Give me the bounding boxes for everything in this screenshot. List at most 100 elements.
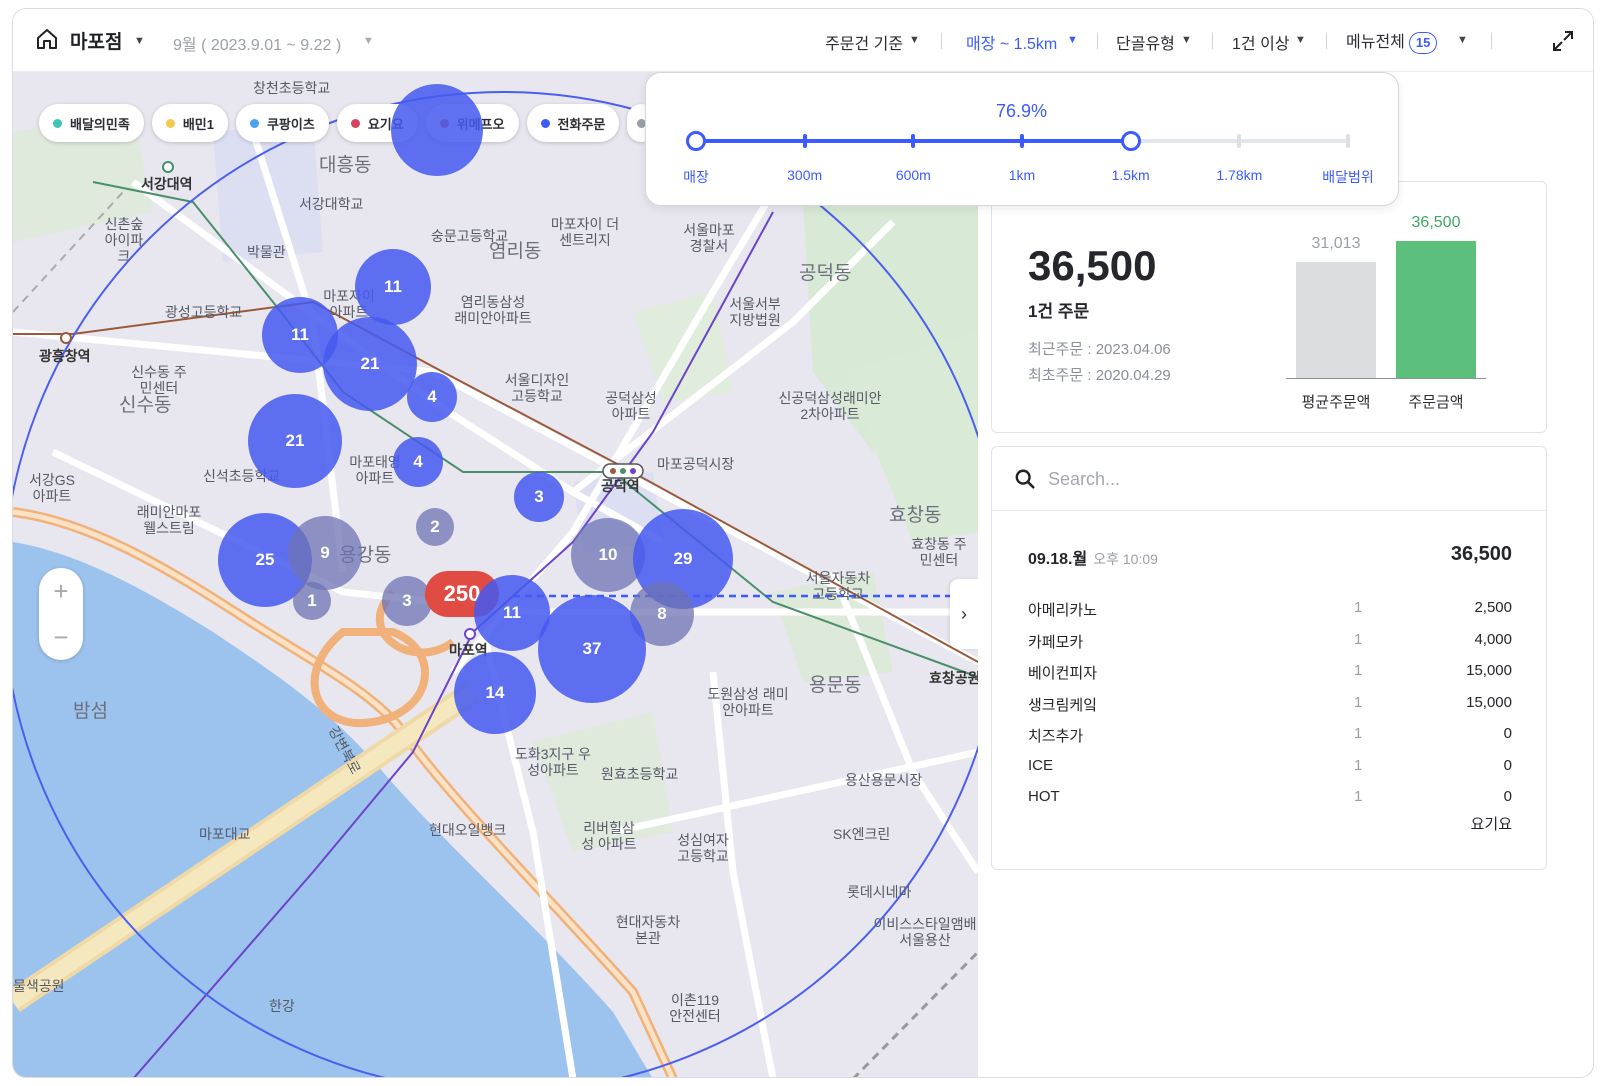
map-label: 서강대역 — [141, 176, 193, 192]
dot-icon — [249, 118, 259, 128]
caret-down-icon[interactable]: ▼ — [134, 35, 145, 47]
order-platform: 요기요 — [1470, 816, 1512, 833]
order-cluster[interactable]: 4 — [407, 372, 457, 422]
item-price: 0 — [1503, 788, 1512, 805]
zoom-out-button[interactable]: − — [39, 614, 83, 660]
customer-type-filter[interactable]: 단골유형 — [1116, 30, 1175, 54]
item-name: 카페모카 — [1028, 633, 1084, 651]
map-label: 효창동 — [889, 505, 942, 526]
divider — [1212, 33, 1213, 49]
item-qty: 1 — [1354, 756, 1363, 774]
slider-tick-label[interactable]: 1.78km — [1216, 167, 1262, 183]
menu-filter-label: 메뉴전체 — [1346, 34, 1405, 51]
order-cluster[interactable]: 21 — [248, 394, 342, 488]
map-view[interactable]: 창천초등학교 대흥동 서강대역 서강대학교 신촌숲 아이파크 박물관 숭문고등학… — [13, 72, 978, 1077]
map-label: 서울서부 지방법원 — [729, 296, 781, 328]
basis-filter[interactable]: 주문건 기준 — [825, 30, 903, 54]
slider-tick[interactable] — [802, 134, 807, 148]
period-selector[interactable]: 9월 ( 2023.9.01 ~ 9.22 ) — [173, 31, 341, 55]
dot-icon — [350, 118, 360, 128]
slider-tick[interactable] — [1237, 134, 1242, 148]
menu-filter[interactable]: 메뉴전체 15 — [1346, 28, 1438, 54]
map-label: 염리동삼성 래미안아파트 — [454, 294, 532, 326]
order-detail-card: 09.18.월 오후 10:09 36,500 아메리카노 1 2,500 카페모카 1 4… — [991, 446, 1547, 870]
map-label: 광흥창역 — [39, 348, 91, 364]
distance-filter[interactable]: 매장 ~ 1.5km — [966, 30, 1057, 54]
caret-down-icon[interactable]: ▼ — [909, 34, 920, 46]
item-name: 아메리카노 — [1028, 602, 1098, 619]
item-price: 4,000 — [1474, 630, 1512, 648]
slider-tick-label[interactable]: 300m — [787, 167, 822, 183]
min-orders-filter[interactable]: 1건 이상 — [1232, 30, 1290, 54]
order-cluster[interactable]: 14 — [454, 652, 536, 734]
order-cluster[interactable]: 21 — [323, 317, 417, 411]
recent-order: 최근주문 : 2023.04.06 — [1028, 341, 1171, 358]
map-label: 대흥동 — [319, 155, 372, 176]
item-qty: 1 — [1354, 693, 1363, 711]
order-cluster[interactable]: 11 — [355, 249, 431, 325]
caret-down-icon[interactable]: ▼ — [1067, 34, 1078, 46]
slider-tick[interactable] — [1020, 134, 1024, 148]
chevron-right-icon[interactable]: › — [950, 579, 978, 649]
caret-down-icon[interactable]: ▼ — [1457, 34, 1468, 46]
search-bar — [992, 447, 1546, 511]
map-label: 창천초등학교 — [253, 80, 331, 96]
order-cluster[interactable]: 37 — [538, 595, 646, 703]
map-label: 서강대학교 — [299, 196, 364, 212]
zoom-in-button[interactable]: + — [39, 568, 83, 614]
map-label: 신공덕삼성래미안 2차아파트 — [778, 390, 882, 422]
map-label: 용산용문시장 — [845, 772, 923, 788]
slider-tick-label[interactable]: 매장 — [683, 167, 709, 187]
legend-label: 쿠팡이츠 — [266, 116, 315, 132]
order-cluster[interactable]: 4 — [393, 437, 443, 487]
legend-baemin1[interactable]: 배민1 — [151, 104, 228, 142]
item-price: 0 — [1503, 756, 1512, 774]
item-price: 15,000 — [1466, 693, 1512, 711]
divider — [1326, 33, 1327, 49]
caret-down-icon[interactable]: ▼ — [363, 35, 374, 47]
map-label: 이촌119 안전센터 — [669, 992, 721, 1024]
legend-baemin[interactable]: 배달의민족 — [39, 104, 144, 142]
slider-tick-label[interactable]: 1km — [1009, 167, 1035, 183]
distance-slider[interactable] — [686, 131, 1350, 151]
chart-bar — [1396, 241, 1476, 378]
order-cluster[interactable]: 2 — [416, 508, 454, 546]
slider-tick[interactable] — [911, 134, 916, 148]
item-qty: 1 — [1354, 630, 1363, 648]
order-item-row: 베이컨피자 1 15,000 — [1028, 662, 1512, 686]
slider-handle[interactable] — [686, 131, 706, 151]
slider-tick-label[interactable]: 600m — [896, 167, 931, 183]
map-label: 한강 — [269, 998, 295, 1014]
store-selector[interactable]: 마포점 — [70, 27, 122, 54]
order-cluster[interactable]: 3 — [514, 472, 564, 522]
customer-summary-card: 36,500 1건 주문 최근주문 : 2023.04.06 최초주문 : 20… — [991, 181, 1547, 433]
map-label: 롯데시네마 — [847, 884, 912, 900]
chart-value-label: 36,500 — [1411, 214, 1461, 232]
slider-tick-label[interactable]: 1.5km — [1112, 167, 1150, 183]
divider — [941, 33, 942, 49]
dot-icon — [53, 118, 62, 128]
order-cluster[interactable]: 1 — [293, 582, 331, 620]
legend-phone[interactable]: 전화주문 — [526, 104, 620, 142]
map-label: 효창동 주민센터 — [911, 536, 967, 568]
legend-coupang[interactable]: 쿠팡이츠 — [235, 104, 329, 142]
order-cluster[interactable]: 3 — [382, 576, 432, 626]
expand-icon[interactable] — [1551, 29, 1575, 53]
legend-label: 전화주문 — [557, 116, 606, 132]
home-icon[interactable] — [35, 27, 59, 51]
distance-slider-popover: 76.9% 매장 300m 600m 1km 1.5km 1.78km 배달범위 — [645, 72, 1399, 206]
order-cluster[interactable]: 9 — [288, 516, 362, 590]
map-label: 광성고등학교 — [165, 304, 243, 320]
search-input[interactable] — [1048, 464, 1518, 494]
map-label: 신촌숲 아이파크 — [104, 216, 144, 264]
map-label: 서울마포 경찰서 — [683, 222, 735, 254]
search-icon — [1015, 469, 1035, 489]
caret-down-icon[interactable]: ▼ — [1295, 34, 1306, 46]
caret-down-icon[interactable]: ▼ — [1181, 34, 1192, 46]
slider-handle[interactable] — [1120, 131, 1141, 151]
order-cluster[interactable] — [391, 84, 483, 176]
slider-tick-label[interactable]: 배달범위 — [1322, 167, 1374, 187]
map-label: 용문동 — [809, 675, 862, 696]
slider-tick[interactable] — [1346, 134, 1350, 148]
order-total: 36,500 — [1450, 543, 1512, 565]
